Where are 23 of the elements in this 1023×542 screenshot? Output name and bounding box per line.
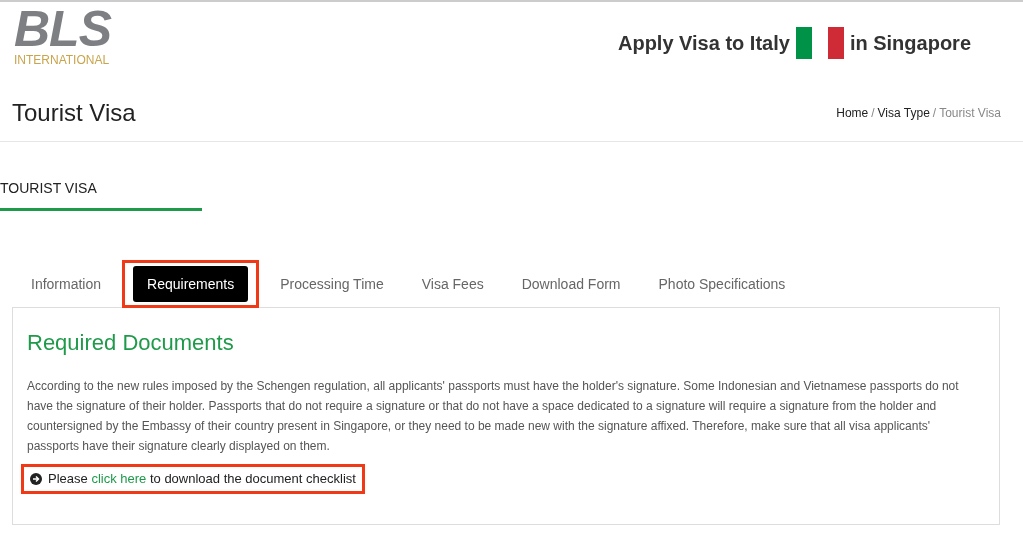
tab[interactable]: Requirements xyxy=(133,266,249,302)
section-tab[interactable]: TOURIST VISA xyxy=(0,180,202,211)
arrow-circle-icon xyxy=(30,472,42,485)
tab[interactable]: Photo Specifications xyxy=(644,266,800,302)
section-heading: Required Documents xyxy=(27,330,235,356)
breadcrumb-separator: / xyxy=(871,106,875,120)
checklist-text: Please click here to download the document checklist xyxy=(48,471,356,486)
breadcrumb-link[interactable]: Visa Type xyxy=(877,106,930,120)
logo-subtitle: INTERNATIONAL xyxy=(14,53,110,67)
tab[interactable]: Processing Time xyxy=(266,266,398,302)
header-title: Apply Visa to Italy xyxy=(617,31,790,55)
breadcrumb-link[interactable]: Home xyxy=(836,106,869,120)
tab[interactable]: Information xyxy=(17,266,116,302)
tab[interactable]: Download Form xyxy=(507,266,635,302)
breadcrumb-link[interactable]: Tourist Visa xyxy=(939,106,1001,120)
breadcrumb-separator: / xyxy=(932,106,937,120)
checklist-link[interactable]: click here xyxy=(91,471,147,486)
tab[interactable]: Visa Fees xyxy=(407,266,498,302)
page-title: Tourist Visa xyxy=(12,99,136,127)
flag-icon xyxy=(795,27,844,59)
logo-mark: BLS xyxy=(14,5,110,53)
header-title: in Singapore xyxy=(849,31,971,55)
paragraph: According to the new rules imposed by the Schengen regulation, all applicants' passports must have the holder's signature. Some Indonesian and Vietnamese passports do not have the signature of their holder. Passports that do not require a signature or that do not have a space dedicated to a signature will require a signature from the holder and countersigned by the Embassy of their country present in Singapore, or they need to be made new with the signature affixed. Therefore, make sure that all visa applicants' passports have their signature clearly displayed on them. xyxy=(27,378,960,455)
